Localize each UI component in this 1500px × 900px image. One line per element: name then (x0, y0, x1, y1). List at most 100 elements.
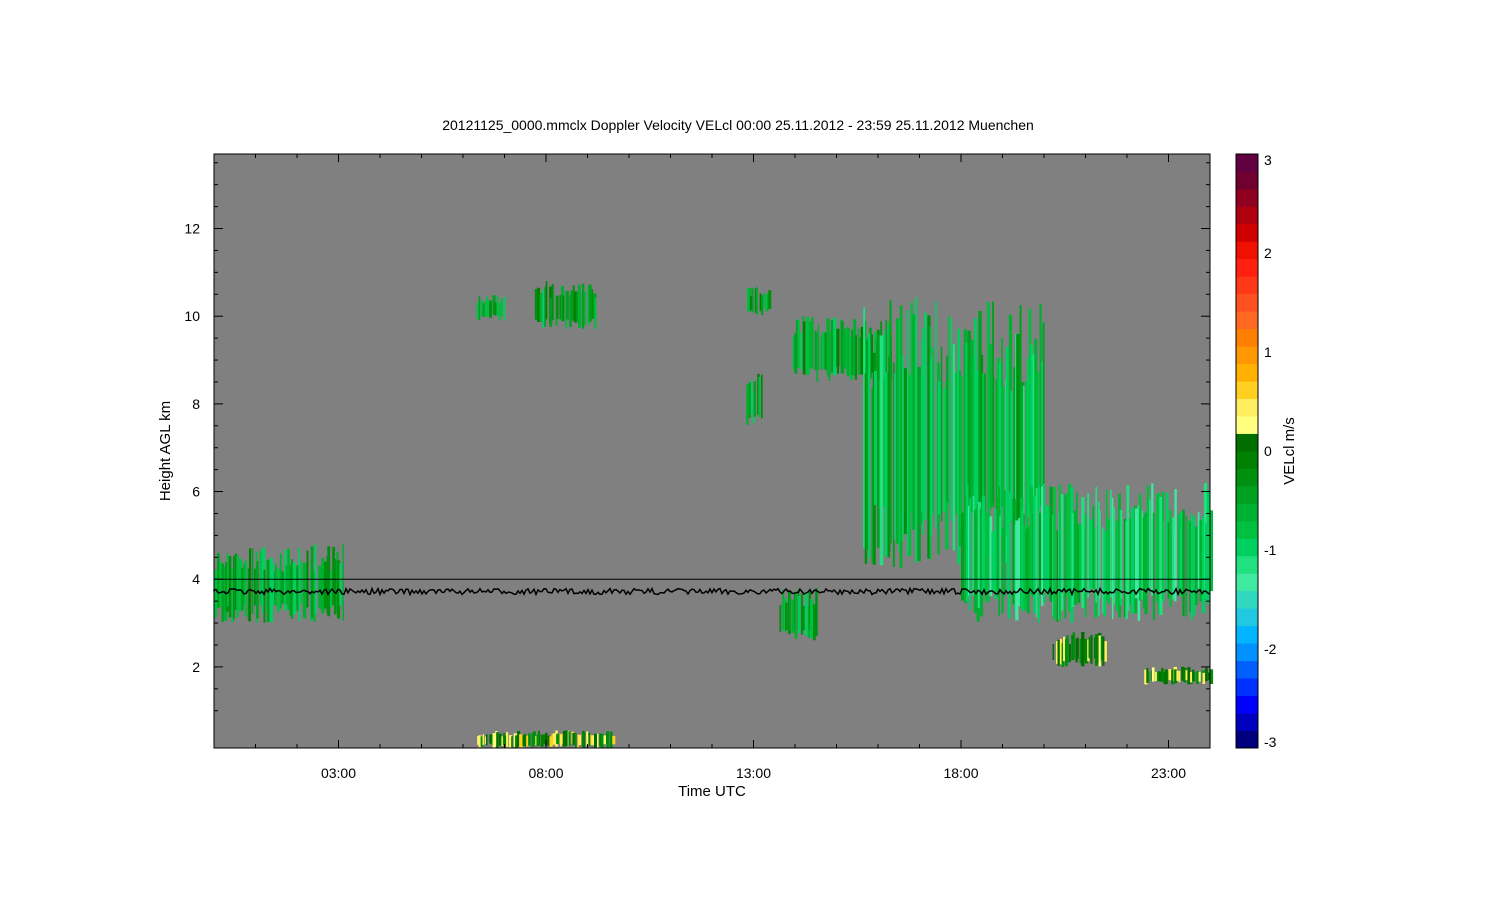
echo-streak (1095, 487, 1098, 603)
colorbar-tick-label: 2 (1264, 245, 1272, 261)
colorbar-swatch (1236, 538, 1258, 557)
colorbar-swatch (1236, 154, 1258, 172)
echo-streak (1026, 526, 1030, 614)
echo-streak (1174, 489, 1177, 590)
echo-streak (217, 553, 220, 609)
echo-streak (896, 318, 899, 544)
y-tick-label: 10 (184, 308, 200, 324)
echo-streak (578, 284, 581, 328)
y-tick-label: 6 (192, 484, 200, 500)
echo-streak (1084, 514, 1087, 618)
echo-streak (969, 498, 972, 611)
echo-streak (940, 346, 943, 522)
echo-streak (249, 548, 251, 622)
echo-streak (496, 732, 499, 748)
echo-streak (1147, 671, 1150, 682)
echo-streak (285, 565, 288, 605)
echo-streak (1001, 527, 1004, 614)
echo-streak (779, 605, 782, 633)
echo-streak (768, 290, 772, 309)
echo-streak (564, 730, 568, 747)
echo-streak (1151, 667, 1155, 682)
echo-streak (935, 301, 937, 529)
colorbar-swatch (1236, 206, 1258, 225)
echo-streak (500, 298, 503, 317)
echo-streak (489, 300, 492, 318)
echo-streak (562, 731, 565, 747)
echo-streak (334, 559, 337, 615)
y-tick-label: 4 (192, 571, 200, 587)
echo-streak (486, 296, 489, 317)
echo-streak (528, 733, 531, 746)
echo-streak (1021, 509, 1024, 612)
echo-streak (606, 731, 610, 748)
echo-streak (256, 561, 259, 619)
echo-streak (1103, 531, 1106, 617)
echo-streak (542, 289, 545, 328)
echo-streak (1013, 367, 1015, 503)
echo-streak (785, 602, 788, 631)
echo-streak (912, 314, 916, 530)
echo-streak (281, 571, 285, 604)
echo-streak (1208, 672, 1210, 681)
echo-streak (298, 547, 301, 622)
echo-streak (1092, 505, 1095, 589)
echo-streak (1078, 523, 1082, 591)
echo-streak (583, 291, 586, 325)
x-tick-label: 18:00 (943, 765, 978, 781)
echo-streak (1069, 644, 1071, 662)
echo-streak (574, 732, 577, 748)
echo-streak (761, 374, 763, 419)
colorbar-swatch (1236, 223, 1258, 242)
echo-streak (1052, 644, 1055, 661)
echo-streak (582, 731, 586, 748)
echo-streak (1039, 303, 1042, 506)
y-axis-label: Height AGL km (157, 401, 174, 501)
echo-streak (1022, 385, 1025, 515)
echo-streak (947, 315, 950, 506)
echo-streak (1120, 510, 1123, 599)
echo-streak (1087, 493, 1090, 598)
y-tick-label: 8 (192, 396, 200, 412)
echo-streak (534, 289, 538, 320)
echo-streak (879, 335, 884, 566)
echo-streak (759, 293, 762, 312)
colorbar-tick-label: 1 (1264, 344, 1272, 360)
echo-streak (1149, 499, 1151, 589)
echo-streak (1138, 494, 1142, 601)
x-axis-label: Time UTC (678, 783, 746, 800)
echo-streak (612, 735, 616, 745)
echo-streak (219, 561, 222, 607)
colorbar-swatch (1236, 293, 1258, 312)
colorbar-tick-label: -3 (1264, 734, 1277, 750)
echo-streak (498, 303, 501, 321)
echo-streak (854, 335, 858, 380)
colorbar-swatch (1236, 590, 1258, 609)
echo-streak (1154, 671, 1157, 682)
echo-streak (556, 296, 559, 319)
echo-streak (545, 281, 548, 320)
echo-streak (1202, 672, 1205, 684)
echo-streak (568, 731, 571, 747)
echo-streak (1076, 637, 1079, 659)
colorbar-swatch (1236, 520, 1258, 539)
echo-streak (1102, 636, 1105, 666)
echo-streak (1130, 508, 1135, 615)
echo-streak (950, 318, 953, 521)
echo-streak (496, 296, 499, 316)
echo-streak (924, 312, 927, 520)
colorbar-swatch (1236, 188, 1258, 207)
echo-streak (1158, 671, 1162, 682)
echo-streak (1198, 671, 1201, 682)
echo-streak (1190, 513, 1193, 621)
echo-streak (846, 327, 850, 377)
echo-streak (922, 327, 924, 535)
echo-streak (1176, 670, 1179, 681)
echo-streak (484, 301, 487, 317)
echo-streak (788, 594, 791, 630)
echo-streak (1190, 672, 1193, 683)
echo-streak (992, 301, 994, 503)
echo-streak (804, 591, 808, 636)
echo-streak (938, 381, 941, 515)
echo-streak (1064, 494, 1067, 619)
